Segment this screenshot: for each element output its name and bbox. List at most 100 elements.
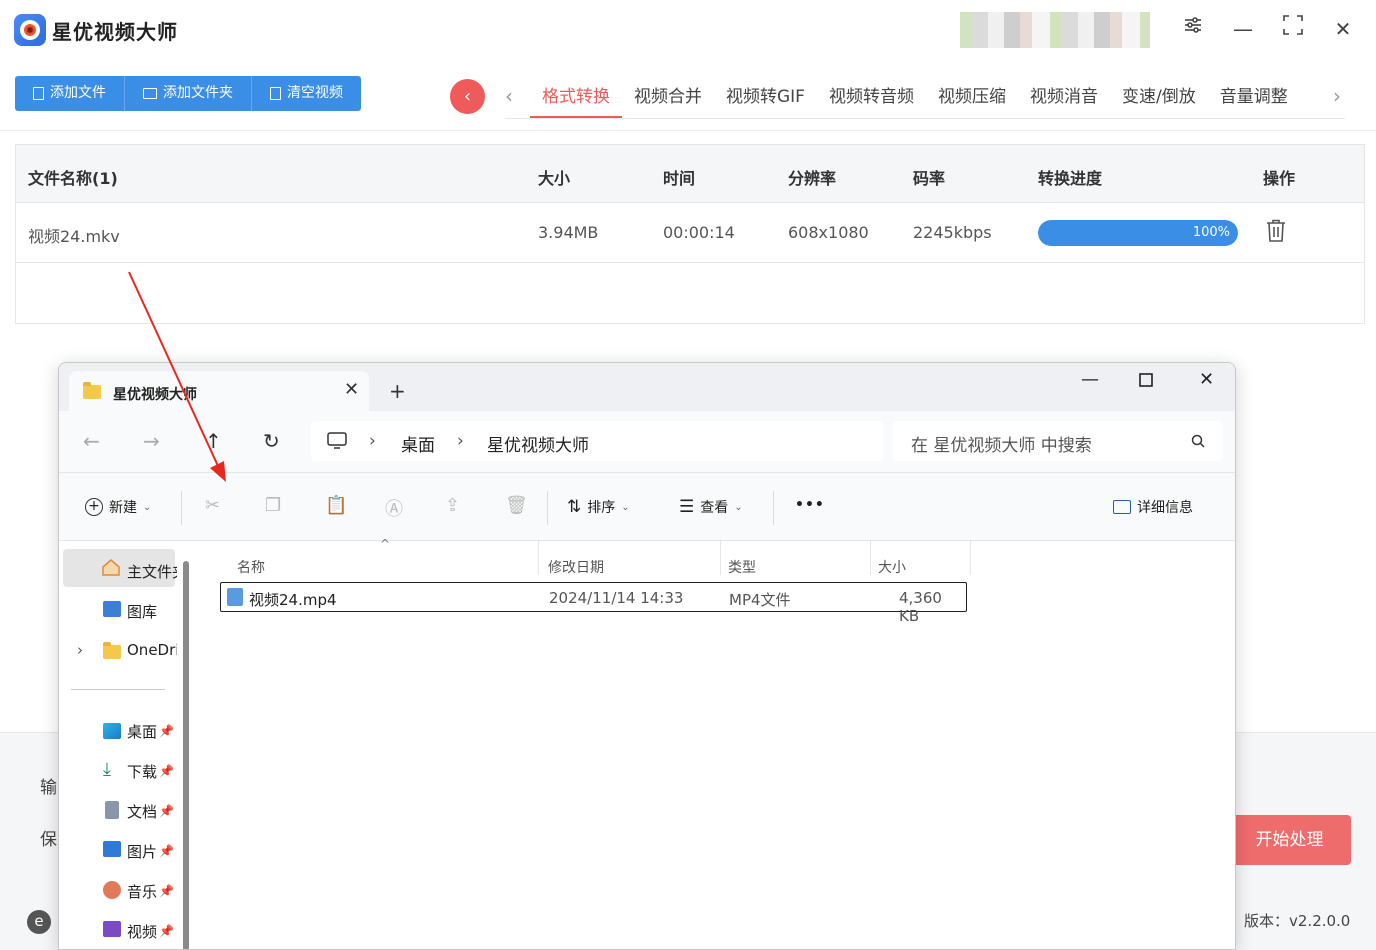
file-icon — [33, 87, 44, 100]
file-list: 名称 ^ 修改日期 类型 大小 视频24.mp4 2024/11/14 14:3… — [195, 537, 1235, 949]
search-placeholder: 在 星优视频大师 中搜索 — [911, 436, 1092, 456]
explorer-tab-title: 星优视频大师 — [113, 387, 197, 403]
table-row[interactable]: 视频24.mkv 3.94MB 00:00:14 608x1080 2245kb… — [16, 203, 1364, 263]
details-pane-button[interactable]: 详细信息 — [1113, 497, 1193, 517]
user-avatar[interactable] — [960, 12, 1150, 48]
sidebar-item-label: 音乐 — [127, 883, 158, 901]
column-divider[interactable] — [870, 541, 871, 575]
breadcrumb-current-folder[interactable]: 星优视频大师 — [487, 431, 589, 456]
videos-icon — [103, 921, 121, 937]
rename-icon[interactable]: Ⓐ — [385, 495, 403, 521]
explorer-maximize-icon[interactable] — [1139, 369, 1153, 392]
more-options-button[interactable]: ••• — [795, 497, 825, 513]
breadcrumb-sep-1: › — [369, 431, 376, 451]
expand-chevron-icon[interactable]: › — [77, 641, 83, 659]
col-header-modified[interactable]: 修改日期 — [548, 557, 604, 577]
settings-icon[interactable] — [1178, 14, 1208, 44]
sort-up-icon: ^ — [380, 537, 391, 551]
column-divider[interactable] — [970, 541, 971, 575]
up-arrow-icon[interactable]: ↑ — [205, 429, 222, 453]
pin-icon: 📌 — [159, 844, 174, 858]
folder-icon — [143, 88, 157, 99]
sidebar-divider — [71, 689, 165, 690]
document-icon — [105, 801, 119, 819]
sidebar-scrollbar[interactable] — [183, 561, 189, 949]
new-tab-icon[interactable]: + — [389, 379, 406, 403]
row-file-name: 视频24.mkv — [28, 227, 120, 246]
sort-button[interactable]: ⇅ 排序 ⌄ — [567, 497, 630, 517]
tab-video-merge[interactable]: 视频合并 — [622, 72, 714, 118]
copy-icon[interactable]: ❐ — [265, 495, 281, 516]
column-divider[interactable] — [538, 541, 539, 575]
sidebar-item-label: 视频 — [127, 923, 158, 941]
close-icon[interactable]: ✕ — [1328, 14, 1358, 44]
sidebar-item-label: 桌面 — [127, 723, 158, 741]
browser-e-icon[interactable]: e — [27, 910, 51, 934]
tab-video-to-gif[interactable]: 视频转GIF — [714, 72, 817, 118]
explorer-toolbar: + 新建 ⌄ ✂ ❐ 📋 Ⓐ ⇪ 🗑 ⇅ 排序 ⌄ ☰ 查看 ⌄ ••• 详细信息 — [59, 473, 1235, 541]
tabs-next-icon[interactable]: › — [1333, 84, 1341, 108]
address-bar[interactable]: › 桌面 › 星优视频大师 — [311, 421, 883, 461]
file-table: 文件名称(1) 大小 时间 分辨率 码率 转换进度 操作 视频24.mkv 3.… — [15, 144, 1365, 324]
minimize-icon[interactable]: — — [1228, 14, 1258, 44]
collapse-back-button[interactable]: ‹ — [450, 79, 485, 114]
tab-video-mute[interactable]: 视频消音 — [1018, 72, 1110, 118]
forward-arrow-icon[interactable]: → — [143, 429, 160, 453]
trash-icon — [270, 87, 281, 100]
view-button[interactable]: ☰ 查看 ⌄ — [679, 497, 743, 517]
version-label: 版本：v2.2.0.0 — [1244, 912, 1351, 930]
pin-icon: 📌 — [159, 924, 174, 938]
file-size: 4,360 KB — [899, 589, 942, 625]
search-input[interactable]: 在 星优视频大师 中搜索 — [893, 421, 1223, 461]
this-pc-icon — [327, 432, 347, 454]
explorer-tab[interactable]: 星优视频大师 ✕ — [69, 371, 369, 411]
share-icon[interactable]: ⇪ — [445, 495, 460, 516]
refresh-icon[interactable]: ↻ — [263, 429, 280, 453]
header-divider — [0, 130, 1376, 131]
row-time: 00:00:14 — [663, 223, 735, 242]
folder-icon — [83, 382, 101, 399]
explorer-close-icon[interactable]: ✕ — [1199, 369, 1214, 390]
col-header-size[interactable]: 大小 — [878, 557, 906, 577]
col-file-name: 文件名称(1) — [28, 169, 118, 188]
sidebar-item-label: 图库 — [127, 603, 158, 621]
tab-video-compress[interactable]: 视频压缩 — [926, 72, 1018, 118]
app-logo-icon — [14, 14, 46, 46]
col-resolution: 分辨率 — [788, 169, 837, 188]
cut-icon[interactable]: ✂ — [205, 495, 220, 516]
row-resolution: 608x1080 — [788, 223, 869, 242]
folder-icon — [103, 642, 121, 659]
add-folder-button[interactable]: 添加文件夹 — [125, 76, 252, 111]
breadcrumb-desktop[interactable]: 桌面 — [401, 431, 435, 456]
tab-speed-reverse[interactable]: 变速/倒放 — [1110, 72, 1208, 118]
clear-video-button[interactable]: 清空视频 — [252, 76, 361, 111]
app-title: 星优视频大师 — [52, 20, 178, 44]
maximize-icon[interactable] — [1278, 14, 1308, 44]
video-file-icon — [227, 588, 243, 606]
col-header-type[interactable]: 类型 — [728, 557, 756, 577]
sidebar-item-label: 下载 — [127, 763, 158, 781]
download-icon: ⤓ — [103, 759, 111, 780]
toolbar-separator — [547, 491, 548, 525]
delete-icon[interactable] — [1266, 219, 1286, 243]
explorer-minimize-icon[interactable]: — — [1081, 369, 1099, 390]
tab-video-to-audio[interactable]: 视频转音频 — [817, 72, 926, 118]
column-divider[interactable] — [720, 541, 721, 575]
tab-volume-adjust[interactable]: 音量调整 — [1208, 72, 1300, 118]
col-size: 大小 — [538, 169, 571, 188]
tabs-prev-icon[interactable]: ‹ — [505, 84, 513, 108]
tab-format-convert[interactable]: 格式转换 — [530, 72, 622, 118]
new-button[interactable]: + 新建 ⌄ — [85, 497, 151, 517]
tab-close-icon[interactable]: ✕ — [344, 379, 359, 400]
explorer-titlebar: 星优视频大师 ✕ + — ✕ — [59, 363, 1235, 411]
delete-icon[interactable]: 🗑 — [505, 495, 528, 516]
back-arrow-icon[interactable]: ← — [83, 429, 100, 453]
sidebar-item-label: 主文件夹 — [127, 563, 177, 581]
file-row[interactable]: 视频24.mp4 2024/11/14 14:33 MP4文件 4,360 KB — [220, 582, 967, 625]
start-processing-button[interactable]: 开始处理 — [1228, 815, 1351, 865]
add-file-button[interactable]: 添加文件 — [15, 76, 125, 111]
paste-icon[interactable]: 📋 — [325, 495, 347, 516]
sidebar-item-label: 文档 — [127, 803, 158, 821]
sort-icon: ⇅ — [567, 497, 582, 517]
col-header-name[interactable]: 名称 — [237, 557, 265, 577]
